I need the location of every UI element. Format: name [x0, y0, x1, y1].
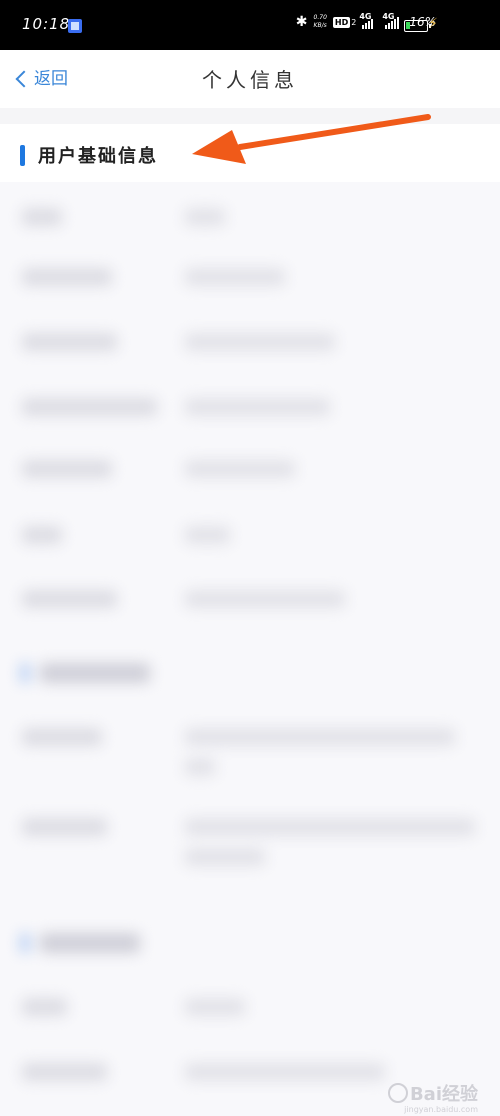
battery-fill: [406, 22, 411, 29]
baidu-watermark: Bai经验 jingyan.baidu.com: [387, 1080, 478, 1114]
blurred-row: [0, 736, 500, 796]
blurred-row: [0, 311, 500, 371]
network-speed: 0.70 KB/s: [314, 14, 327, 30]
blurred-row: [0, 376, 500, 436]
watermark-brand: Bai经验: [409, 1084, 478, 1105]
signal-2-label: 4G: [382, 12, 395, 21]
signal-1-label: 4G: [359, 12, 372, 21]
section-header-basic-info: 用户基础信息: [0, 124, 500, 182]
nav-bar: 返回 个人信息: [0, 50, 500, 108]
section-title: 用户基础信息: [38, 146, 158, 167]
section-marker: [20, 145, 25, 166]
network-speed-unit: KB/s: [313, 22, 327, 29]
baidu-paw-icon: [387, 1083, 408, 1103]
status-bar: 10:18 ✱ 0.70 KB/s HD 2 4G 4G 16% ⚡: [0, 0, 500, 50]
blurred-subheader: [0, 641, 500, 701]
status-time: 10:18: [22, 15, 71, 33]
hd-voice-sub: 2: [351, 17, 357, 27]
blurred-row: [0, 826, 500, 886]
signal-icon-1: 4G: [359, 12, 374, 29]
bluetooth-icon: ✱: [295, 14, 308, 30]
blurred-subheader: [0, 911, 500, 971]
network-speed-value: 0.70: [313, 14, 327, 21]
content: 用户基础信息: [0, 124, 500, 1116]
charging-icon: ⚡: [428, 16, 438, 32]
battery-icon: [404, 20, 431, 32]
blurred-row: [0, 186, 500, 246]
page-title: 个人信息: [202, 68, 298, 92]
signal-icon-2: 4G: [382, 12, 400, 29]
blurred-row: [0, 976, 500, 1036]
notification-icon: [68, 19, 82, 33]
blurred-row: [0, 438, 500, 498]
blurred-row: [0, 504, 500, 564]
watermark-url: jingyan.baidu.com: [404, 1105, 478, 1114]
blurred-row: [0, 246, 500, 306]
blurred-row: [0, 568, 500, 628]
blurred-content: [0, 176, 500, 1116]
hd-voice-icon: HD: [332, 16, 351, 28]
